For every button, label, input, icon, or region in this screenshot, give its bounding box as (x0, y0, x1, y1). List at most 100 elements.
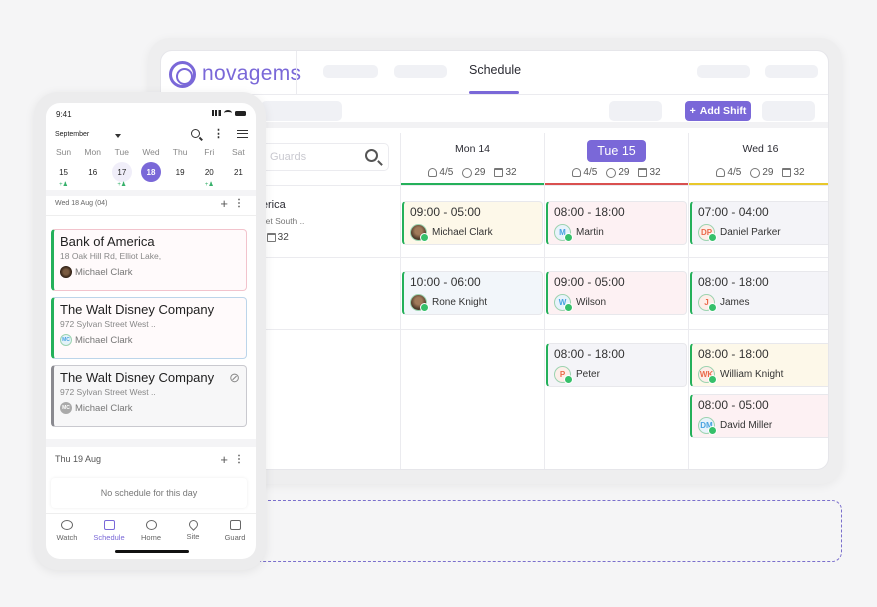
weekday-name: Sat (232, 147, 245, 157)
shift-card[interactable]: 08:00 - 18:00 J James (690, 271, 828, 315)
site-row[interactable]: Bank of America 972 Sylvan Street South .… (259, 199, 399, 243)
tab-schedule[interactable]: Schedule (91, 520, 127, 559)
tab-watch[interactable]: Watch (49, 520, 85, 559)
shift-card[interactable]: 10:00 - 06:00 Rone Knight (402, 271, 543, 315)
tab-home[interactable]: Home (133, 520, 169, 559)
card-title: The Walt Disney Company (60, 370, 215, 385)
month-selector[interactable]: September (55, 131, 89, 138)
day-number[interactable]: 20 (199, 162, 219, 182)
empty-state: No schedule for this day (51, 478, 247, 508)
week-day[interactable]: Tue 17 +♟ (108, 147, 136, 189)
stat-shifts: 32 (782, 167, 805, 178)
day-label[interactable]: Wed 16 (689, 143, 828, 155)
card-address: 972 Sylvan Street West .. (60, 319, 156, 329)
schedule-card[interactable]: Bank of America 18 Oak Hill Rd, Elliot La… (51, 229, 247, 291)
shift-time: 09:00 - 05:00 (554, 275, 625, 289)
day-number[interactable]: 18 (140, 162, 161, 182)
wifi-icon (224, 110, 232, 116)
divider (296, 51, 297, 95)
shift-guard: Rone Knight (410, 294, 536, 312)
shift-card[interactable]: 08:00 - 05:00 DM David Miller (690, 394, 828, 438)
search-icon[interactable] (191, 129, 200, 138)
guard-icon (428, 168, 438, 177)
add-icon[interactable]: + (220, 453, 228, 466)
week-strip: Sun 15 +♟ Mon 16 Tue 17 +♟ Wed 18 Thu 19 Fri 20 +♟ Sat 2… (46, 147, 256, 189)
phone-header-actions: ⋮ (191, 128, 248, 139)
shift-card[interactable]: 09:00 - 05:00 W Wilson (546, 271, 687, 315)
location-off-icon[interactable]: ⊘ (229, 370, 240, 386)
tab-site[interactable]: Site (175, 518, 211, 559)
day-number[interactable]: 21 (228, 162, 248, 182)
shift-indicator-icon (79, 182, 107, 189)
shift-card[interactable]: 09:00 - 05:00 Michael Clark (402, 201, 543, 245)
shifts-value: 32 (277, 232, 289, 243)
site-row[interactable]: The Walt Disney Com.. 972 Sylvan Street W… (259, 271, 399, 315)
card-title: Bank of America (60, 234, 155, 249)
guard-search-input[interactable]: Guards (261, 143, 389, 171)
day-label[interactable]: Mon 14 (401, 143, 544, 155)
day-number[interactable]: 15 (54, 162, 74, 182)
nav-placeholder-1[interactable] (323, 65, 378, 78)
shift-card[interactable]: 08:00 - 18:00 WK William Knight (690, 343, 828, 387)
shift-card[interactable]: 08:00 - 18:00 P Peter (546, 343, 687, 387)
menu-icon[interactable] (237, 129, 248, 138)
week-day[interactable]: Wed 18 (137, 147, 165, 189)
stat-hours: 29 (750, 167, 773, 178)
binoculars-icon (61, 520, 73, 530)
more-vertical-icon[interactable]: ⋮ (213, 128, 224, 139)
nav-placeholder-3[interactable] (697, 65, 750, 78)
stat-value: 29 (762, 167, 774, 178)
card-address: 972 Sylvan Street West .. (60, 387, 156, 397)
toolbar-placeholder-3[interactable] (762, 101, 815, 121)
guard-name: Wilson (576, 297, 607, 308)
week-day[interactable]: Sat 21 (224, 147, 252, 189)
stat-value: 29 (618, 167, 630, 178)
site-name: The Walt Disney Com.. (259, 271, 399, 283)
week-day[interactable]: Fri 20 +♟ (195, 147, 223, 189)
guard-name: David Miller (720, 420, 773, 431)
guard-avatar (410, 224, 429, 242)
site-address: 972 Sylvan Street West .. (259, 288, 399, 298)
day-label[interactable]: Tue 15 (587, 140, 646, 162)
top-navbar: novagems Schedule (161, 51, 828, 95)
day-number[interactable]: 17 (111, 162, 132, 182)
tab-guard[interactable]: Guard (217, 520, 253, 559)
search-placeholder: Guards (270, 151, 307, 163)
guard-name: Martin (576, 227, 604, 238)
nav-placeholder-4[interactable] (765, 65, 818, 78)
week-day[interactable]: Thu 19 (166, 147, 194, 189)
shift-indicator-icon (224, 182, 252, 189)
week-day[interactable]: Mon 16 (79, 147, 107, 189)
guard-name: Michael Clark (75, 266, 133, 278)
more-vertical-icon[interactable]: ⋮ (234, 455, 244, 465)
calendar-icon (266, 233, 276, 242)
schedule-card[interactable]: The Walt Disney Company 972 Sylvan Street… (51, 297, 247, 359)
search-icon[interactable] (365, 149, 378, 162)
weekday-name: Mon (84, 147, 101, 157)
guard-avatar: M (554, 224, 573, 242)
site-stats: 4/52932 (259, 390, 399, 401)
add-shift-button[interactable]: + Add Shift (685, 101, 751, 121)
toolbar-placeholder-1[interactable] (261, 101, 342, 121)
nav-placeholder-2[interactable] (394, 65, 447, 78)
shift-card[interactable]: 08:00 - 18:00 M Martin (546, 201, 687, 245)
drop-zone (258, 500, 842, 562)
weekday-name: Tue (114, 147, 130, 157)
week-day[interactable]: Sun 15 +♟ (50, 147, 78, 189)
schedule-card[interactable]: The Walt Disney Company 972 Sylvan Street… (51, 365, 247, 427)
signal-icon (212, 110, 221, 116)
day-number[interactable]: 19 (170, 162, 190, 182)
site-row[interactable]: Royal Bank of Canada 972 Sylvan Street So… (259, 357, 399, 401)
chevron-down-icon[interactable] (115, 134, 121, 138)
card-guard: Michael Clark (60, 266, 240, 278)
toolbar-placeholder-2[interactable] (609, 101, 662, 121)
shift-card[interactable]: 07:00 - 04:00 DP Daniel Parker (690, 201, 828, 245)
stat-guards: 4/5 (428, 167, 453, 178)
more-vertical-icon[interactable]: ⋮ (234, 199, 244, 209)
tab-label: Watch (56, 533, 78, 542)
card-guard: MC Michael Clark (60, 402, 240, 414)
day-number[interactable]: 16 (83, 162, 103, 182)
tab-schedule[interactable]: Schedule (469, 63, 521, 77)
logo[interactable]: novagems (169, 60, 301, 88)
add-icon[interactable]: + (220, 197, 228, 210)
